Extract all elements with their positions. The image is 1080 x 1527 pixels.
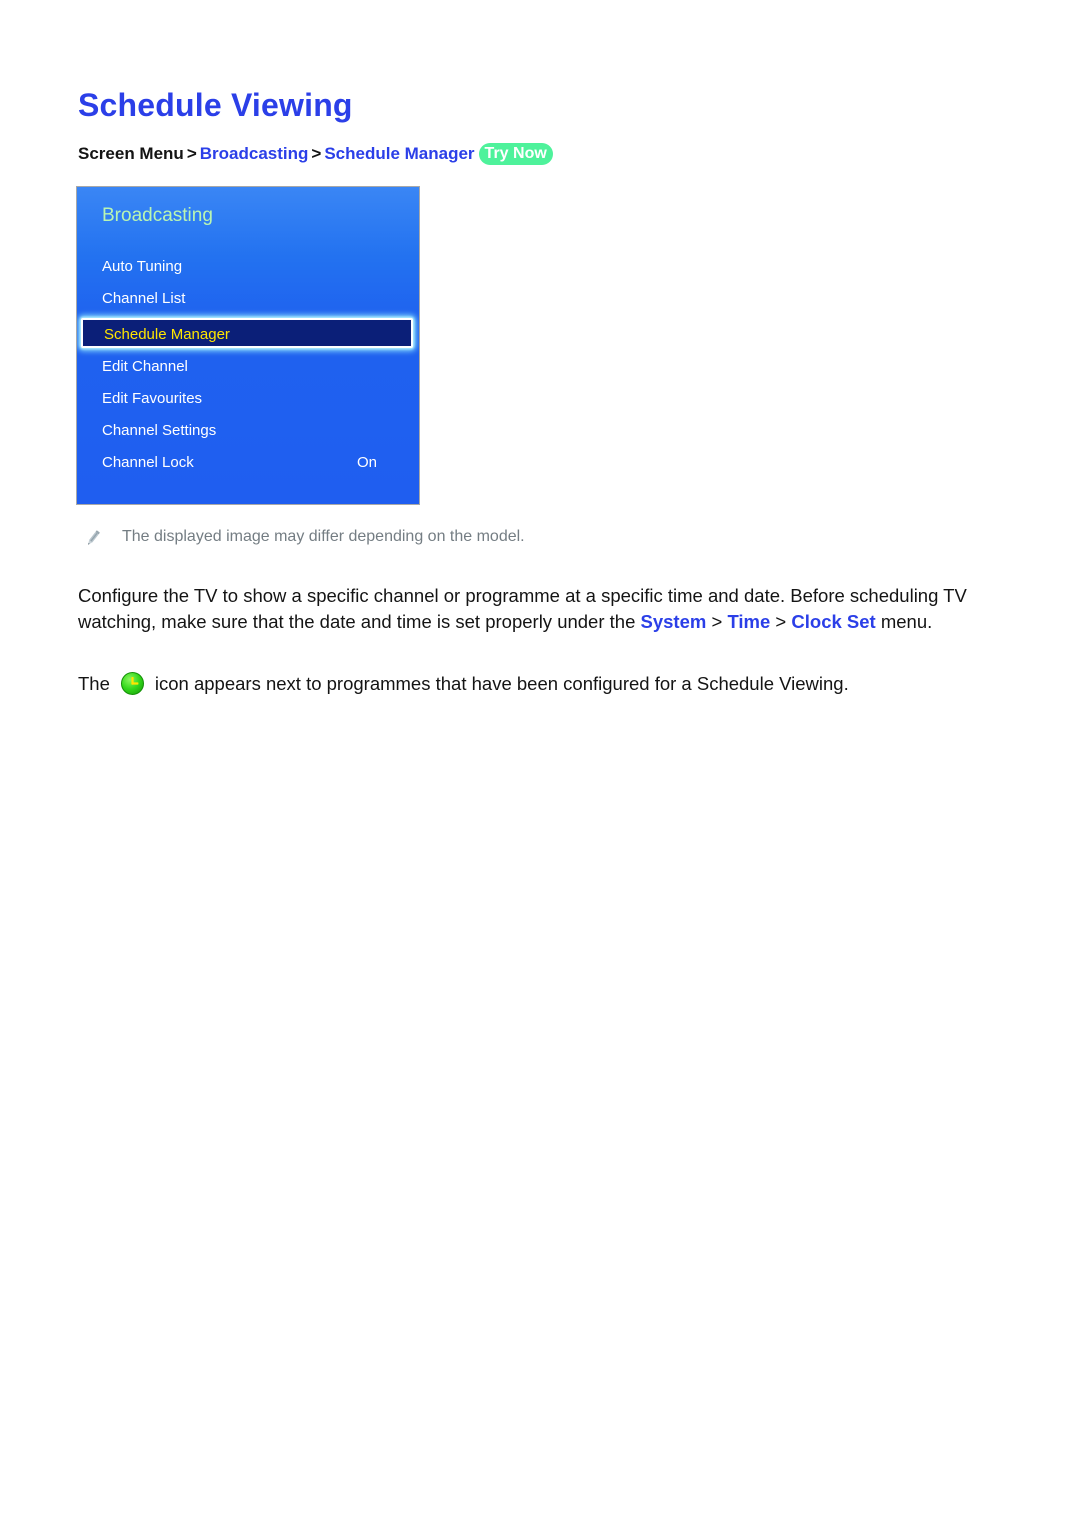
pencil-icon [82, 527, 104, 549]
tv-menu-item-edit-channel[interactable]: Edit Channel [77, 351, 419, 383]
body-paragraph-2: The icon appears next to programmes that… [78, 671, 998, 697]
note-row: The displayed image may differ depending… [82, 526, 525, 549]
breadcrumb-item-schedule-manager[interactable]: Schedule Manager [324, 144, 474, 163]
paragraph-separator: > [706, 610, 728, 632]
paragraph-text: The [78, 672, 110, 694]
paragraph-separator: > [770, 610, 792, 632]
paragraph-text: icon appears next to programmes that hav… [154, 672, 849, 694]
green-clock-icon [120, 671, 145, 696]
link-system[interactable]: System [641, 611, 707, 632]
document-page: Schedule Viewing Screen Menu > Broadcastin… [0, 0, 1080, 1527]
tv-menu-item-channel-settings[interactable]: Channel Settings [77, 415, 419, 447]
tv-menu-item-channel-list[interactable]: Channel List [77, 283, 419, 315]
tv-menu-header: Broadcasting [102, 205, 213, 226]
body-paragraph-1: Configure the TV to show a specific chan… [78, 583, 998, 635]
breadcrumb: Screen Menu > Broadcasting > Schedule Manage… [78, 143, 553, 166]
tv-menu-item-label: Channel Settings [102, 422, 217, 439]
tv-menu-item-label: Edit Channel [102, 358, 188, 375]
tv-menu-item-label: Channel List [102, 290, 186, 307]
breadcrumb-item-broadcasting[interactable]: Broadcasting [200, 144, 309, 163]
tv-menu-item-label: Channel Lock [102, 454, 194, 471]
tv-menu-item-label: Edit Favourites [102, 390, 203, 407]
link-clock-set[interactable]: Clock Set [791, 611, 875, 632]
link-time[interactable]: Time [727, 611, 770, 632]
tv-menu-item-label: Schedule Manager [104, 326, 230, 343]
tv-menu-item-schedule-manager[interactable]: Schedule Manager [81, 318, 413, 348]
tv-menu-item-channel-lock[interactable]: Channel Lock On [77, 447, 419, 479]
page-title: Schedule Viewing [78, 87, 353, 124]
try-now-badge[interactable]: Try Now [478, 143, 553, 165]
tv-menu-item-edit-favourites[interactable]: Edit Favourites [77, 383, 419, 415]
tv-menu-item-label: Auto Tuning [102, 258, 183, 275]
tv-menu-list: Auto Tuning Channel List Schedule Manage… [77, 251, 419, 479]
breadcrumb-separator: > [186, 144, 197, 163]
tv-menu-item-auto-tuning[interactable]: Auto Tuning [77, 251, 419, 283]
tv-menu-panel: Broadcasting Auto Tuning Channel List Sc… [76, 186, 420, 505]
breadcrumb-root: Screen Menu [78, 144, 184, 163]
breadcrumb-separator: > [311, 144, 322, 163]
note-text: The displayed image may differ depending… [122, 528, 525, 545]
tv-menu-item-value: On [356, 454, 377, 471]
paragraph-text: menu. [875, 610, 933, 632]
